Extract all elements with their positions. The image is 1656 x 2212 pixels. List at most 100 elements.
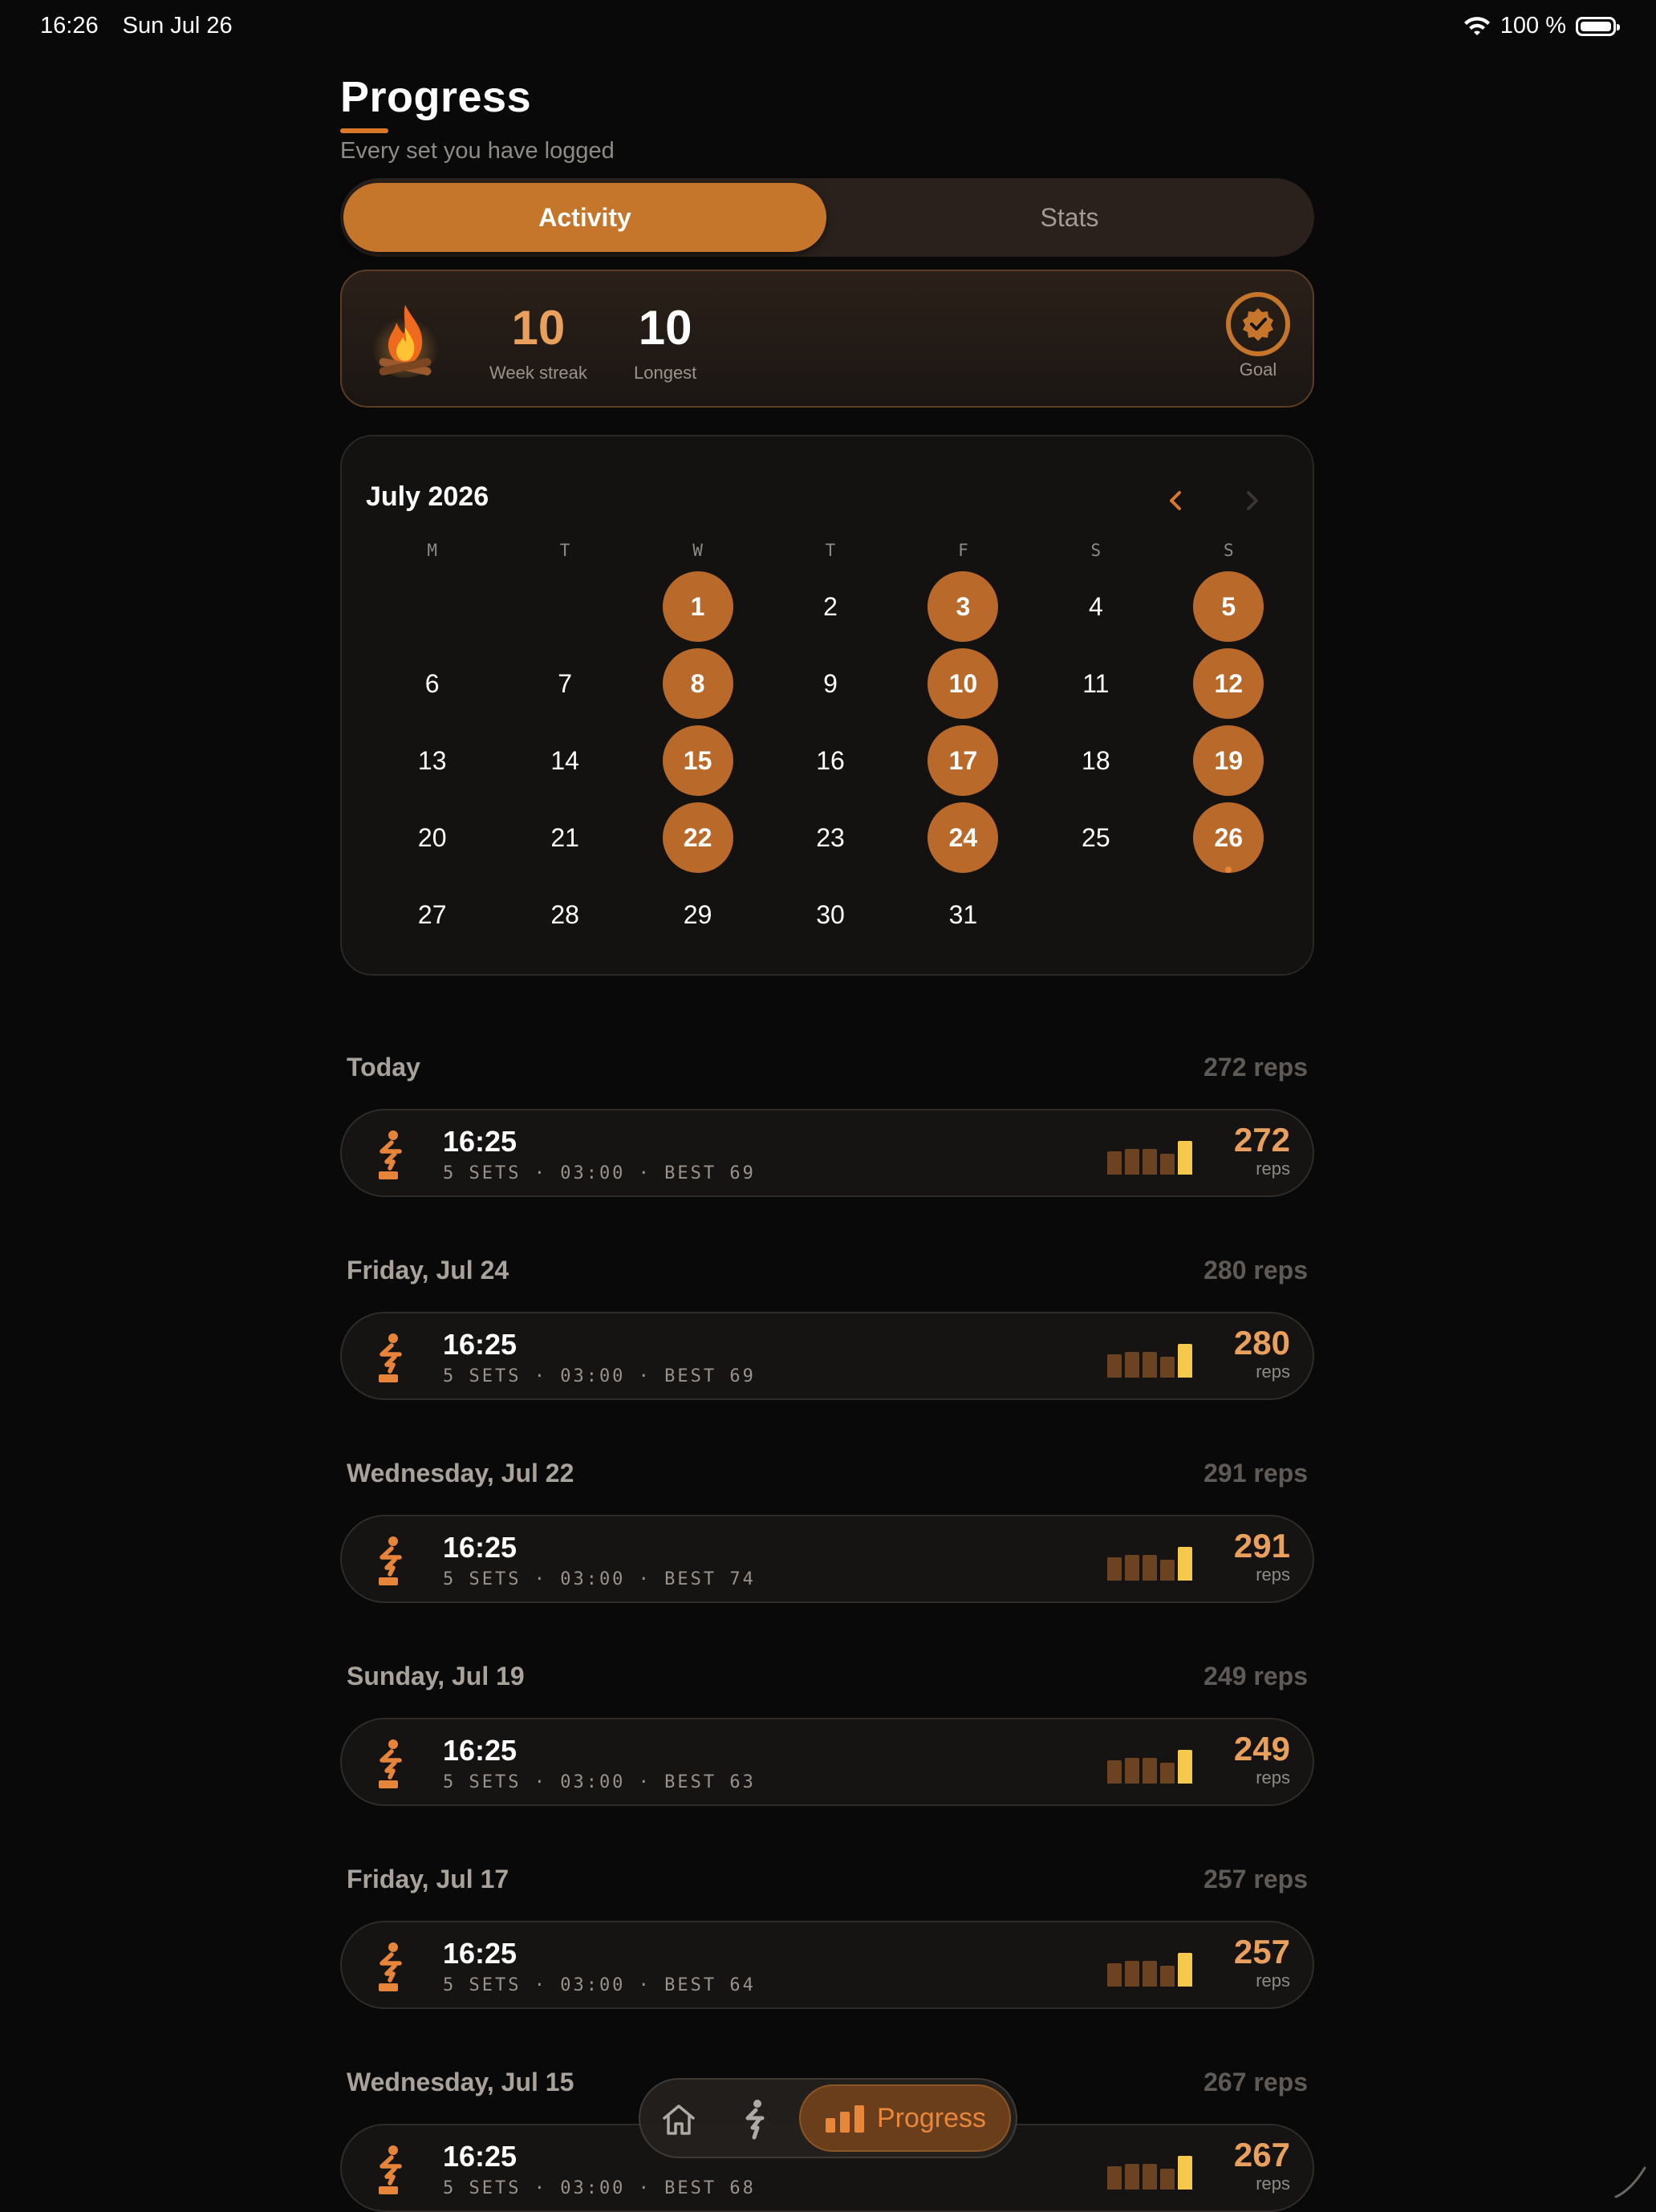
set-bar <box>1178 1344 1192 1378</box>
week-streak-label: Week streak <box>489 363 587 383</box>
session-reps-value: 249 <box>1233 1730 1290 1768</box>
calendar-day-active[interactable]: 12 <box>1163 645 1295 722</box>
session-reps-unit: reps <box>1256 2173 1290 2194</box>
day-total: 267 reps <box>1203 2068 1308 2096</box>
calendar-day-active[interactable]: 15 <box>631 722 764 799</box>
calendar-day-active[interactable]: 8 <box>631 645 764 722</box>
day-section-header: Wednesday, Jul 22 291 reps <box>347 1459 1314 1491</box>
calendar-day[interactable]: 7 <box>498 645 631 722</box>
set-bar <box>1107 1963 1122 1987</box>
calendar-days: 1 2 3 4 5 6 7 8 9 10 11 12 13 14 15 16 17 18 19 20 21 22 23 24 2… <box>366 568 1295 953</box>
calendar-day[interactable]: 20 <box>366 799 498 876</box>
set-bar <box>1160 1966 1175 1987</box>
day-section-header: Friday, Jul 17 257 reps <box>347 1865 1314 1897</box>
session-reps-value: 272 <box>1233 1121 1290 1159</box>
squat-icon[interactable] <box>740 2099 772 2141</box>
segment-activity[interactable]: Activity <box>343 183 826 252</box>
set-bar <box>1143 1961 1157 1987</box>
sets-mini-chart <box>1107 1133 1195 1175</box>
bar-chart-icon <box>825 2105 864 2133</box>
set-bar <box>1125 1961 1139 1987</box>
session-reps: 249 reps <box>1234 1731 1290 1788</box>
tab-progress[interactable]: Progress <box>799 2084 1011 2152</box>
calendar-day-active[interactable]: 10 <box>897 645 1029 722</box>
longest-streak-value: 10 <box>638 301 692 355</box>
set-bar <box>1125 2164 1139 2190</box>
calendar-day-active[interactable]: 1 <box>631 568 764 645</box>
calendar-day-active[interactable]: 17 <box>897 722 1029 799</box>
session-card[interactable]: 16:25 5 SETS · 03:00 · BEST 63 249 reps <box>340 1718 1314 1806</box>
calendar-day[interactable]: 6 <box>366 645 498 722</box>
calendar-day-active[interactable]: 22 <box>631 799 764 876</box>
goal-label: Goal <box>1239 359 1277 379</box>
calendar-day-active[interactable]: 24 <box>897 799 1029 876</box>
calendar-day[interactable]: 4 <box>1029 568 1162 645</box>
weekday-header: MTWTFSS <box>366 541 1295 568</box>
view-segmented-control: Activity Stats <box>340 178 1314 257</box>
calendar-day[interactable]: 9 <box>764 645 896 722</box>
calendar-day[interactable]: 13 <box>366 722 498 799</box>
session-time: 16:25 <box>443 1734 518 1767</box>
set-bar <box>1107 1760 1122 1784</box>
day-total: 257 reps <box>1203 1865 1308 1893</box>
status-time: 16:26 <box>40 13 99 39</box>
day-label: Friday, Jul 17 <box>347 1865 509 1893</box>
set-bar <box>1160 1357 1175 1378</box>
session-card[interactable]: 16:25 5 SETS · 03:00 · BEST 69 280 reps <box>340 1312 1314 1400</box>
verified-badge-icon <box>1243 308 1273 341</box>
session-time: 16:25 <box>443 1531 518 1564</box>
status-bar: 16:26 Sun Jul 26 100 % <box>0 0 1656 51</box>
set-bar <box>1107 1151 1122 1175</box>
session-time: 16:25 <box>443 2140 518 2173</box>
activity-calendar: July 2026 MTWTFSS 1 2 3 4 5 6 7 8 9 10 11 12 13 14 15 1… <box>340 435 1314 976</box>
session-card[interactable]: 16:25 5 SETS · 03:00 · BEST 69 272 reps <box>340 1109 1314 1197</box>
calendar-day[interactable]: 18 <box>1029 722 1162 799</box>
sets-mini-chart <box>1107 1742 1195 1784</box>
chevron-right-icon[interactable] <box>1236 485 1268 517</box>
weekday-label: W <box>692 541 703 560</box>
session-reps-unit: reps <box>1256 1768 1290 1788</box>
calendar-day-active[interactable]: 3 <box>897 568 1029 645</box>
squat-icon <box>374 1536 409 1585</box>
calendar-day[interactable]: 16 <box>764 722 896 799</box>
week-streak-value: 10 <box>511 301 566 355</box>
weekday-label: S <box>1223 541 1234 560</box>
day-label: Today <box>347 1053 420 1082</box>
segment-stats[interactable]: Stats <box>828 183 1311 252</box>
calendar-day[interactable]: 25 <box>1029 799 1162 876</box>
calendar-day[interactable]: 31 <box>897 876 1029 953</box>
session-card[interactable]: 16:25 5 SETS · 03:00 · BEST 74 291 reps <box>340 1515 1314 1603</box>
session-reps-unit: reps <box>1256 1565 1290 1585</box>
calendar-day[interactable]: 30 <box>764 876 896 953</box>
set-bar <box>1178 1750 1192 1784</box>
calendar-day[interactable]: 29 <box>631 876 764 953</box>
weekday-label: M <box>427 541 438 560</box>
home-icon[interactable] <box>660 2100 698 2139</box>
goal-indicator[interactable]: Goal <box>1223 292 1293 380</box>
session-reps-value: 267 <box>1233 2136 1290 2173</box>
calendar-day[interactable]: 14 <box>498 722 631 799</box>
calendar-day[interactable]: 2 <box>764 568 896 645</box>
calendar-day[interactable]: 28 <box>498 876 631 953</box>
calendar-day[interactable]: 11 <box>1029 645 1162 722</box>
longest-streak-label: Longest <box>634 363 697 383</box>
set-bar <box>1160 1154 1175 1175</box>
set-bar <box>1143 1149 1157 1175</box>
status-date: Sun Jul 26 <box>122 13 233 39</box>
calendar-day[interactable]: 21 <box>498 799 631 876</box>
day-label: Wednesday, Jul 22 <box>347 1459 574 1488</box>
set-bar <box>1107 2166 1122 2190</box>
sets-mini-chart <box>1107 1539 1195 1581</box>
calendar-day[interactable]: 27 <box>366 876 498 953</box>
set-bar <box>1143 1555 1157 1581</box>
session-reps-unit: reps <box>1256 1362 1290 1382</box>
calendar-day[interactable]: 23 <box>764 799 896 876</box>
calendar-day-active[interactable]: 19 <box>1163 722 1295 799</box>
title-underline <box>340 128 388 133</box>
session-card[interactable]: 16:25 5 SETS · 03:00 · BEST 64 257 reps <box>340 1921 1314 2009</box>
calendar-day-active[interactable]: 5 <box>1163 568 1295 645</box>
chevron-left-icon[interactable] <box>1160 485 1192 517</box>
set-bar <box>1143 1758 1157 1784</box>
day-label: Sunday, Jul 19 <box>347 1662 525 1690</box>
calendar-day-active[interactable]: 26 <box>1163 799 1295 876</box>
